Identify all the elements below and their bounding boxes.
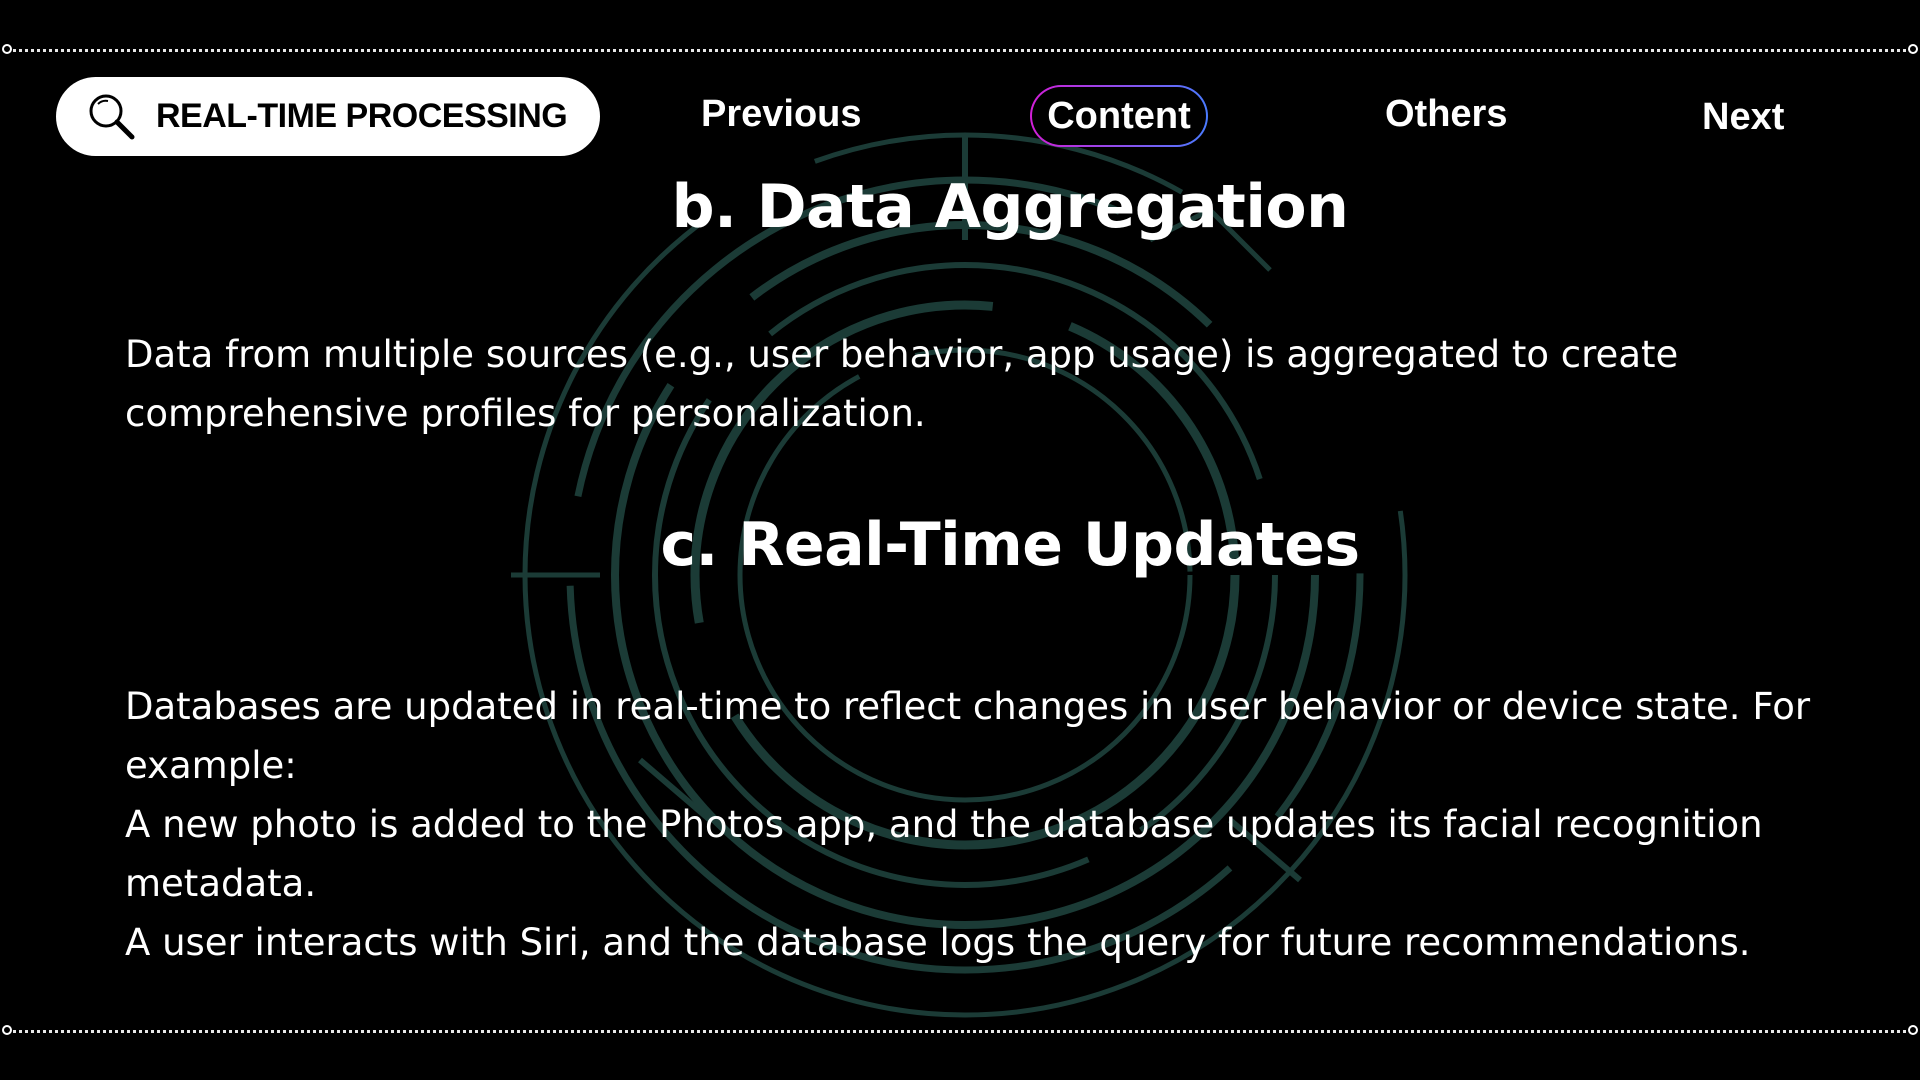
- topic-search-label: REAL-TIME PROCESSING: [156, 97, 568, 135]
- top-right-dot: [1908, 44, 1918, 54]
- nav-others-link[interactable]: Others: [1385, 93, 1507, 136]
- top-left-dot: [2, 44, 12, 54]
- section-heading-real-time-updates: c. Real-Time Updates: [660, 510, 1360, 580]
- nav-previous-link[interactable]: Previous: [701, 93, 862, 136]
- magnifier-icon: [84, 90, 138, 144]
- top-dotted-divider: [8, 49, 1912, 52]
- body-line: Data from multiple sources (e.g., user b…: [125, 333, 1679, 435]
- body-line: A new photo is added to the Photos app, …: [125, 803, 1763, 905]
- bottom-left-dot: [2, 1025, 12, 1035]
- nav-content-label: Content: [1047, 94, 1191, 137]
- section-body-data-aggregation: Data from multiple sources (e.g., user b…: [125, 325, 1825, 443]
- bottom-dotted-divider: [8, 1030, 1912, 1033]
- section-heading-data-aggregation: b. Data Aggregation: [671, 172, 1349, 242]
- section-body-real-time-updates: Databases are updated in real-time to re…: [125, 677, 1825, 972]
- body-line: A user interacts with Siri, and the data…: [125, 921, 1751, 964]
- nav-next-link[interactable]: Next: [1702, 96, 1784, 139]
- bottom-right-dot: [1908, 1025, 1918, 1035]
- nav-content-link[interactable]: Content: [1030, 85, 1208, 147]
- topic-search-pill[interactable]: REAL-TIME PROCESSING: [56, 77, 600, 156]
- body-line: Databases are updated in real-time to re…: [125, 685, 1811, 787]
